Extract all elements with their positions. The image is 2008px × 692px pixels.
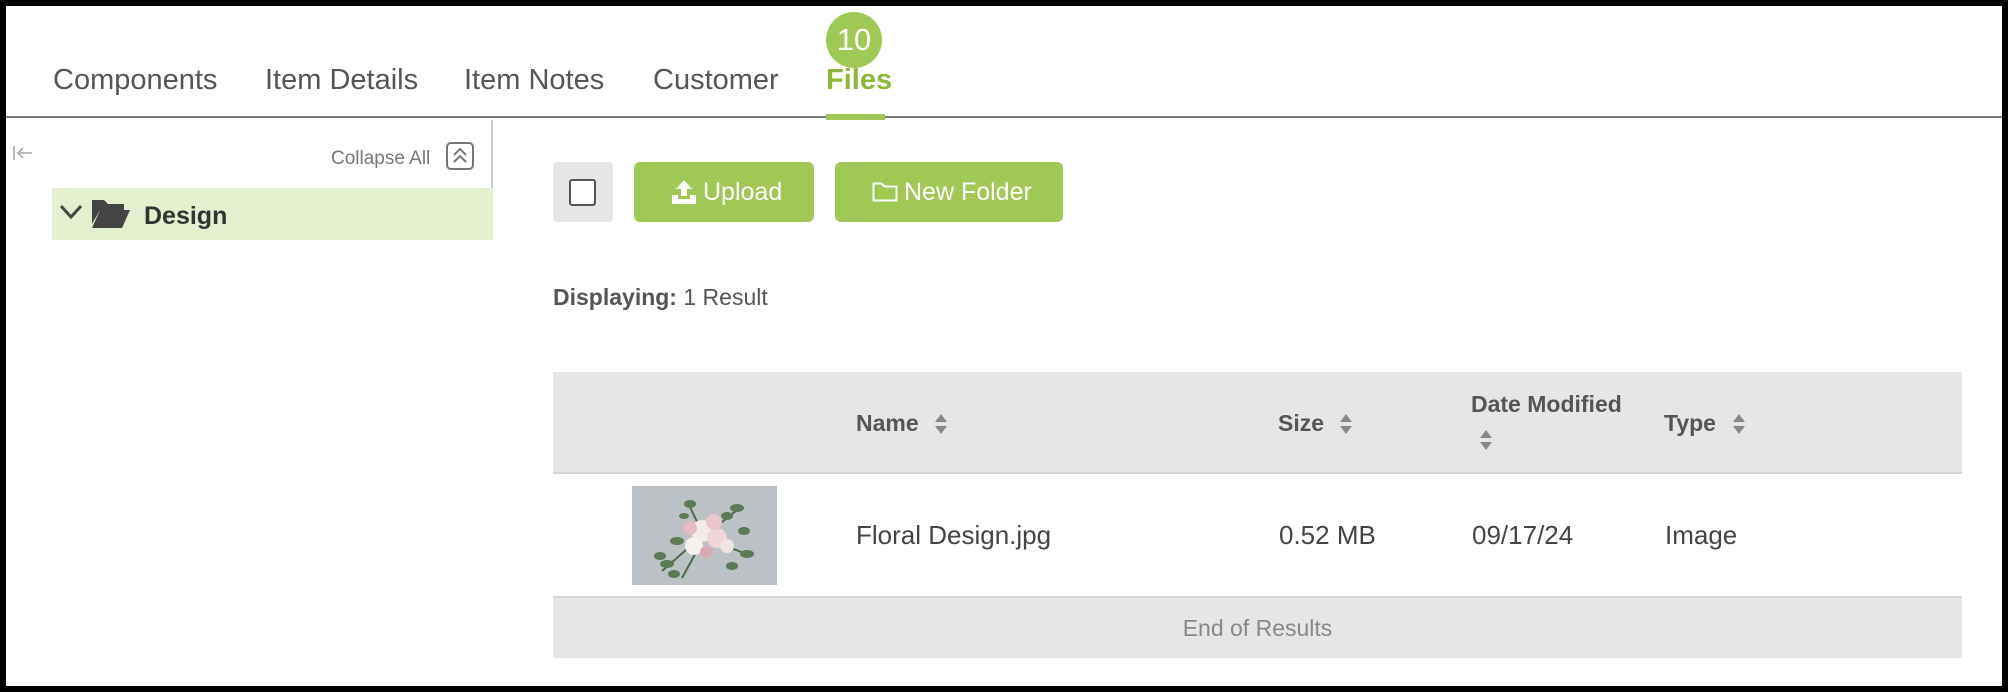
table-row[interactable]: Floral Design.jpg 0.52 MB 09/17/24 Image — [553, 474, 1962, 598]
sort-icon[interactable] — [1732, 413, 1746, 435]
sort-icon[interactable] — [1339, 413, 1353, 435]
table-header: Name Size Date Modified Type — [553, 372, 1962, 474]
double-chevron-up-icon[interactable] — [446, 142, 474, 170]
upload-icon — [672, 180, 696, 204]
collapse-all-link[interactable]: Collapse All — [331, 148, 430, 170]
tab-files[interactable]: Files — [826, 62, 892, 120]
file-size: 0.52 MB — [1279, 520, 1376, 550]
files-view: Components Item Details Item Notes Custo… — [6, 6, 2002, 686]
tab-item-notes[interactable]: Item Notes — [464, 62, 604, 118]
upload-label: Upload — [703, 178, 783, 206]
file-date-modified: 09/17/24 — [1472, 520, 1574, 550]
folder-open-icon — [92, 200, 130, 228]
collapse-sidebar-icon[interactable] — [12, 144, 34, 167]
tab-item-details[interactable]: Item Details — [265, 62, 418, 118]
select-all-checkbox[interactable] — [553, 162, 613, 222]
chevron-down-icon[interactable] — [58, 200, 84, 224]
files-count-badge: 10 — [826, 12, 882, 68]
column-header-date-modified[interactable]: Date Modified — [1471, 391, 1622, 418]
sort-icon[interactable] — [1479, 429, 1493, 451]
file-type: Image — [1665, 520, 1738, 550]
folder-tree-panel: Collapse All Design — [6, 120, 493, 240]
tab-components[interactable]: Components — [53, 62, 217, 118]
checkbox-box[interactable] — [569, 179, 596, 206]
results-count: Displaying: 1 Result — [553, 284, 768, 311]
folder-icon — [872, 182, 898, 202]
upload-button[interactable]: Upload — [634, 162, 814, 222]
new-folder-label: New Folder — [904, 178, 1032, 206]
column-header-name[interactable]: Name — [856, 410, 919, 437]
column-header-size[interactable]: Size — [1278, 410, 1324, 437]
image-thumbnail[interactable] — [632, 486, 777, 585]
column-header-type[interactable]: Type — [1664, 410, 1716, 437]
sort-icon[interactable] — [934, 413, 948, 435]
tab-bar: Components Item Details Item Notes Custo… — [6, 6, 2002, 120]
results-prefix: Displaying: — [553, 284, 677, 310]
tree-item-design[interactable]: Design — [52, 188, 493, 240]
files-table: Name Size Date Modified Type Floral Desi… — [553, 372, 1962, 662]
tab-customer[interactable]: Customer — [653, 62, 779, 118]
new-folder-button[interactable]: New Folder — [835, 162, 1063, 222]
end-of-results: End of Results — [553, 598, 1962, 658]
results-count-text: 1 Result — [683, 284, 768, 310]
tree-item-label: Design — [144, 202, 228, 230]
file-name[interactable]: Floral Design.jpg — [856, 520, 1051, 551]
